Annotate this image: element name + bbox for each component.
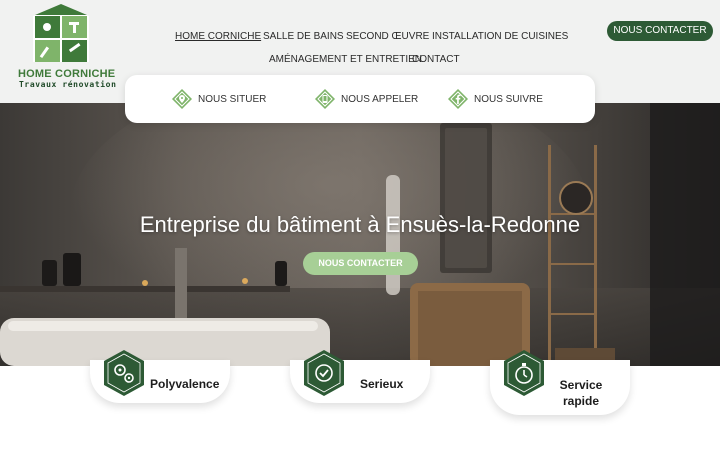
map-pin-icon [172,89,192,109]
locate-us-link[interactable]: NOUS SITUER [171,87,266,111]
call-us-label: NOUS APPELER [341,93,419,105]
brand-tagline: Travaux rénovation [19,80,117,89]
feature-label-polyvalence: Polyvalence [150,377,220,391]
locate-us-label: NOUS SITUER [198,93,267,105]
nav-item-contact[interactable]: CONTACT [412,54,460,65]
contact-info-bar: NOUS SITUER NOUS APPELER NOUS SUIVRE [125,75,595,123]
phone-icon [315,89,335,109]
nav-item-second-oeuvre[interactable]: SECOND ŒUVRE [346,31,429,42]
gears-icon [104,350,144,396]
feature-label-service-rapide: Service rapide [559,378,603,408]
feature-label-serieux: Serieux [360,377,404,391]
brand-name: HOME CORNICHE [18,68,116,80]
facebook-icon [448,89,468,109]
follow-us-link[interactable]: NOUS SUIVRE [447,87,543,111]
house-logo-icon [33,4,89,62]
nav-item-salle-de-bains[interactable]: SALLE DE BAINS [263,31,344,42]
stopwatch-icon [504,350,544,396]
header-contact-button[interactable]: NOUS CONTACTER [607,21,713,41]
hero-title: Entreprise du bâtiment à Ensuès-la-Redon… [139,212,581,237]
hero-contact-button[interactable]: NOUS CONTACTER [303,252,418,275]
follow-us-label: NOUS SUIVRE [474,93,543,105]
call-us-link[interactable]: NOUS APPELER [314,87,418,111]
nav-item-amenagement-et-entretien[interactable]: AMÉNAGEMENT ET ENTRETIEN [269,54,422,65]
badge-check-icon [304,350,344,396]
hero-banner: Entreprise du bâtiment à Ensuès-la-Redon… [0,103,720,366]
nav-item-installation-de-cuisines[interactable]: INSTALLATION DE CUISINES [432,31,568,42]
nav-item-home-corniche[interactable]: HOME CORNICHE [175,31,261,42]
brand-logo[interactable]: HOME CORNICHE Travaux rénovation [18,2,116,92]
